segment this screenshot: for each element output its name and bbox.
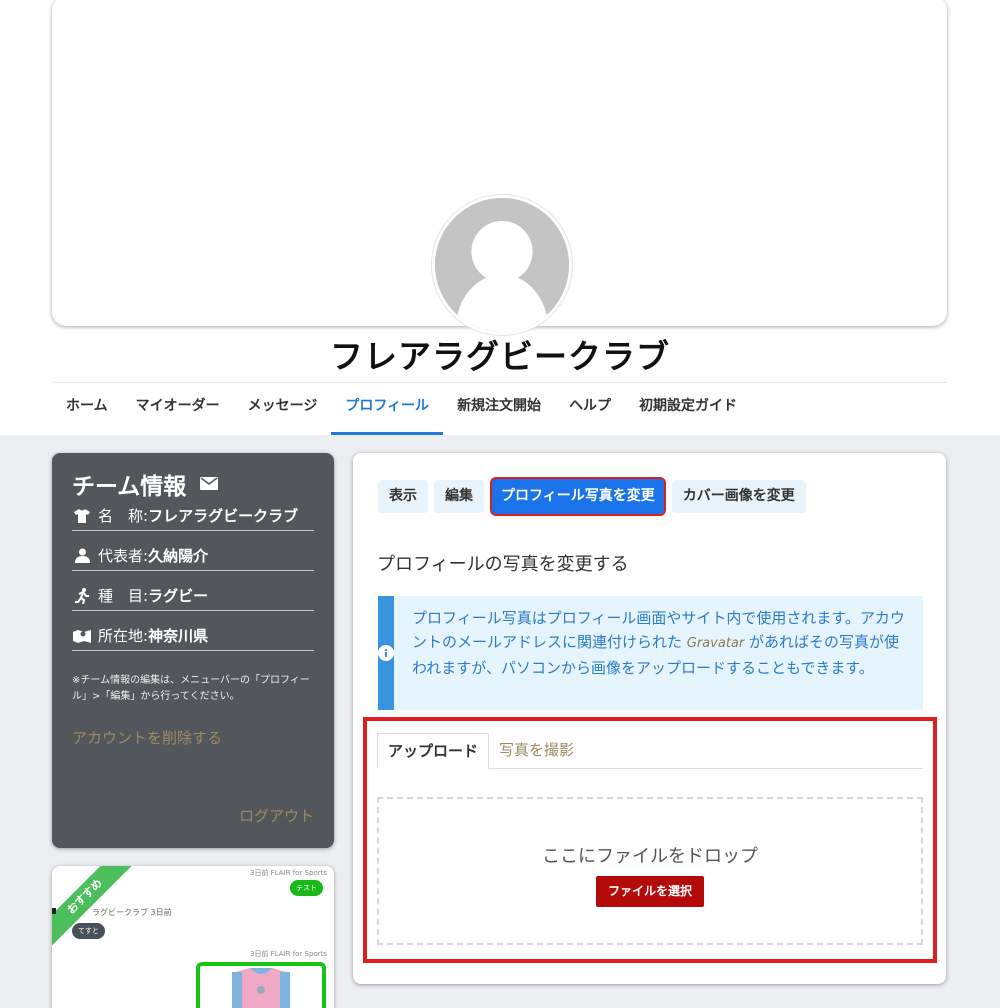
info-value: 久納陽介 xyxy=(148,547,209,565)
reco-product-image[interactable] xyxy=(196,962,326,1008)
info-label: 所在地: xyxy=(98,627,149,645)
subtab-2[interactable]: プロフィール写真を変更 xyxy=(490,477,666,516)
reco-meta-bottom: 3日前 FLAIR for Sports xyxy=(250,950,327,958)
mail-icon[interactable] xyxy=(200,475,219,494)
logout-link[interactable]: ログアウト xyxy=(239,805,314,826)
subtab-0[interactable]: 表示 xyxy=(378,480,428,513)
subtab-label: プロフィール写真を変更 xyxy=(492,479,664,514)
info-value: 神奈川県 xyxy=(148,627,209,645)
upload-tabs: アップロード 写真を撮影 xyxy=(377,733,923,769)
team-info-row: 所在地: 神奈川県 xyxy=(72,621,314,651)
jersey-icon xyxy=(232,968,290,1008)
info-alert: プロフィール写真はプロフィール画面やサイト内で使用されます。アカウントのメールア… xyxy=(378,596,923,710)
shirt-icon xyxy=(72,508,92,524)
team-title: フレアラグビークラブ xyxy=(330,337,670,376)
team-info-row: 代表者: 久納陽介 xyxy=(72,541,314,571)
recommendation-card[interactable]: おすすめ 3日前 FLAIR for Sports テスト ラグビークラブ 3日… xyxy=(52,866,334,1008)
team-info-note: ※チーム情報の編集は、メニューバーの「プロフィール」>「編集」から行ってください… xyxy=(72,675,310,702)
choose-file-button[interactable]: ファイルを選択 xyxy=(595,875,704,907)
subtab-3[interactable]: カバー画像を変更 xyxy=(671,480,806,513)
tab-upload[interactable]: アップロード xyxy=(377,733,490,769)
gravatar-text: Gravatar xyxy=(686,636,745,651)
drop-text: ここにファイルをドロップ xyxy=(542,845,758,867)
section-heading: プロフィールの写真を変更する xyxy=(377,554,629,575)
alert-text: プロフィール写真はプロフィール画面やサイト内で使用されます。アカウントのメールア… xyxy=(394,596,923,710)
delete-account-link[interactable]: アカウントを削除する xyxy=(72,727,314,748)
default-avatar-icon xyxy=(435,198,569,332)
profile-photo-card: 表示 編集 プロフィール写真を変更 カバー画像を変更 プロフィールの写真を変更する プ… xyxy=(353,453,946,984)
profile-subtabs: 表示 編集 プロフィール写真を変更 カバー画像を変更 xyxy=(378,477,812,516)
reco-dot xyxy=(52,908,56,914)
team-info-row: 名 称: フレアラグビークラブ xyxy=(72,501,314,531)
info-icon xyxy=(378,645,394,661)
subtab-1[interactable]: 編集 xyxy=(434,480,484,513)
info-value: ラグビー xyxy=(148,587,209,605)
info-value: フレアラグビークラブ xyxy=(148,507,299,525)
nav-item-3[interactable]: プロフィール xyxy=(331,383,444,435)
nav-item-1[interactable]: マイオーダー xyxy=(122,383,234,435)
team-info-card: チーム情報 名 称: フレアラグビークラブ 代表者: 久納陽介種 目: ラグビー 所在地:… xyxy=(52,453,334,848)
upload-section: アップロード 写真を撮影 ここにファイルをドロップ ファイルを選択 xyxy=(363,717,937,963)
alert-bar xyxy=(378,596,394,710)
info-label: 種 目: xyxy=(98,587,149,605)
runner-icon xyxy=(72,587,92,604)
reco-sender: ラグビークラブ 3日前 xyxy=(92,908,172,917)
person-icon xyxy=(72,548,92,564)
reco-bubble-dark: てすと xyxy=(72,923,105,939)
file-dropzone[interactable]: ここにファイルをドロップ ファイルを選択 xyxy=(377,797,923,945)
header-area: フレアラグビークラブ ホーム マイオーダー メッセージ プロフィール 新規注文開始 ヘルプ… xyxy=(0,0,1000,435)
nav-item-4[interactable]: 新規注文開始 xyxy=(443,383,555,435)
reco-bubble-green: テスト xyxy=(290,880,323,896)
team-info-row: 種 目: ラグビー xyxy=(72,581,314,611)
team-info-title: チーム情報 xyxy=(72,474,187,500)
nav-item-6[interactable]: 初期設定ガイド xyxy=(625,383,751,435)
profile-avatar xyxy=(432,195,572,335)
main-nav: ホーム マイオーダー メッセージ プロフィール 新規注文開始 ヘルプ 初期設定ガイド xyxy=(52,383,751,435)
info-label: 名 称: xyxy=(98,507,149,525)
info-label: 代表者: xyxy=(98,547,149,565)
nav-item-5[interactable]: ヘルプ xyxy=(555,383,625,435)
tab-take-photo[interactable]: 写真を撮影 xyxy=(489,733,584,769)
nav-item-0[interactable]: ホーム xyxy=(52,383,122,435)
map-icon xyxy=(72,628,92,644)
nav-item-2[interactable]: メッセージ xyxy=(234,383,332,435)
reco-meta-top: 3日前 FLAIR for Sports xyxy=(250,869,327,877)
